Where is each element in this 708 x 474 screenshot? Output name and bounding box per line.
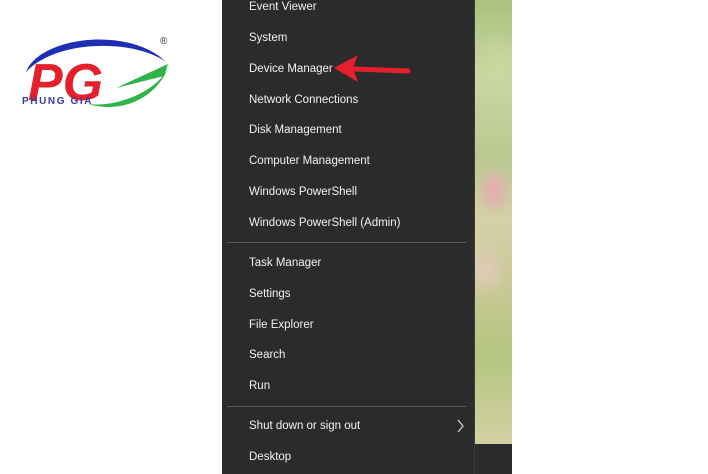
menu-item-windows-powershell[interactable]: Windows PowerShell	[222, 177, 474, 207]
menu-item-event-viewer[interactable]: Event Viewer	[222, 0, 474, 22]
menu-item-label: Run	[249, 380, 271, 392]
red-arrow-icon	[334, 55, 411, 82]
chevron-right-icon	[457, 419, 464, 433]
menu-item-system[interactable]: System	[222, 23, 474, 53]
menu-item-label: Settings	[249, 288, 291, 300]
menu-item-label: Desktop	[249, 451, 292, 463]
menu-item-run[interactable]: Run	[222, 371, 474, 401]
menu-item-search[interactable]: Search	[222, 340, 474, 370]
menu-item-label: Event Viewer	[249, 1, 317, 13]
menu-item-label: Search	[249, 349, 286, 361]
menu-item-label: Network Connections	[249, 94, 359, 106]
menu-item-label: System	[249, 32, 288, 44]
taskbar-strip	[474, 444, 512, 474]
menu-item-computer-management[interactable]: Computer Management	[222, 146, 474, 176]
menu-item-shut-down[interactable]: Shut down or sign out	[222, 411, 474, 441]
menu-item-settings[interactable]: Settings	[222, 279, 474, 309]
menu-separator	[227, 242, 466, 243]
menu-item-file-explorer[interactable]: File Explorer	[222, 310, 474, 340]
desktop-wallpaper	[474, 0, 512, 444]
menu-item-disk-management[interactable]: Disk Management	[222, 115, 474, 145]
menu-item-desktop[interactable]: Desktop	[222, 442, 474, 472]
menu-item-windows-powershell-admin[interactable]: Windows PowerShell (Admin)	[222, 208, 474, 238]
logo-caption: PHUNG GIA	[22, 96, 94, 107]
menu-item-label: Disk Management	[249, 124, 342, 136]
menu-separator	[227, 406, 466, 407]
screenshot: PG ® PHUNG GIA Event Viewer System Devic…	[0, 0, 708, 474]
menu-item-label: Windows PowerShell (Admin)	[249, 217, 401, 229]
registered-mark: ®	[160, 36, 168, 47]
menu-item-label: Task Manager	[249, 257, 322, 269]
menu-item-label: File Explorer	[249, 319, 314, 331]
menu-item-label: Windows PowerShell	[249, 186, 358, 198]
menu-item-label: Shut down or sign out	[249, 420, 361, 432]
menu-item-label: Computer Management	[249, 155, 370, 167]
menu-item-label: Device Manager	[249, 63, 333, 75]
menu-item-task-manager[interactable]: Task Manager	[222, 248, 474, 278]
